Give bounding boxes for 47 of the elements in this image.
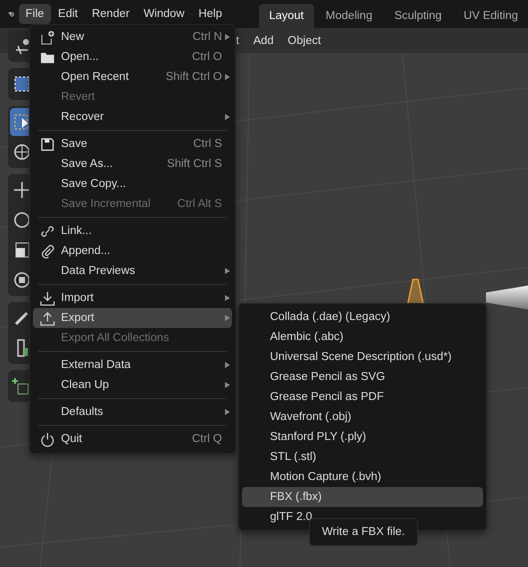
menu-item[interactable]: New Ctrl N — [33, 27, 232, 47]
menu-item[interactable]: Export — [33, 308, 232, 328]
menu-item[interactable]: Clean Up — [33, 375, 232, 395]
workspace-tab[interactable]: Modeling — [316, 4, 382, 28]
menubar-item[interactable]: File — [18, 4, 52, 24]
menu-item[interactable]: Save Ctrl S — [33, 134, 232, 154]
power-icon — [40, 432, 54, 446]
menu-item[interactable]: External Data — [33, 355, 232, 375]
menu-item[interactable]: Defaults — [33, 402, 232, 422]
menu-item[interactable]: Quit Ctrl Q — [33, 429, 232, 449]
menu-item[interactable]: STL (.stl) — [242, 447, 483, 467]
menu-item[interactable]: Wavefront (.obj) — [242, 407, 483, 427]
import-icon — [40, 290, 54, 306]
menu-item[interactable]: Save Copy... — [33, 174, 232, 194]
menu-item[interactable]: Save As... Shift Ctrl S — [33, 154, 232, 174]
menu-item[interactable]: Alembic (.abc) — [242, 327, 483, 347]
workspace-tab[interactable]: UV Editing — [454, 4, 528, 28]
menu-item[interactable]: Stanford PLY (.ply) — [242, 427, 483, 447]
menu-item[interactable]: Link... — [33, 221, 232, 241]
menu-item[interactable]: Collada (.dae) (Legacy) — [242, 307, 483, 327]
export-icon — [40, 310, 54, 326]
light-beam-object — [486, 286, 528, 310]
menu-item[interactable]: Universal Scene Description (.usd*) — [242, 347, 483, 367]
save-icon — [40, 136, 54, 152]
workspace-tab[interactable]: Sculpting — [384, 4, 452, 28]
menubar-item[interactable]: Edit — [51, 4, 85, 24]
paperclip-icon — [40, 244, 54, 258]
header-menu-item[interactable]: Add — [253, 34, 274, 46]
menu-item[interactable]: Data Previews — [33, 261, 232, 281]
workspace-tab[interactable]: Layout — [259, 4, 314, 28]
menu-item[interactable]: Open Recent Shift Ctrl O — [33, 67, 232, 87]
menu-item[interactable]: FBX (.fbx) — [242, 487, 483, 507]
menu-item[interactable]: Open... Ctrl O — [33, 47, 232, 67]
link-icon — [40, 224, 54, 238]
tooltip: Write a FBX file. — [309, 518, 418, 546]
header-menu-item[interactable]: Object — [288, 34, 321, 46]
menubar-item[interactable]: Window — [136, 4, 192, 24]
menubar-item[interactable]: Help — [191, 4, 230, 24]
menu-item[interactable]: Append... — [33, 241, 232, 261]
new-file-icon — [40, 30, 54, 44]
menu-item[interactable]: Motion Capture (.bvh) — [242, 467, 483, 487]
menu-item[interactable]: Import — [33, 288, 232, 308]
menubar-item[interactable]: Render — [84, 4, 137, 24]
menu-item[interactable]: Recover — [33, 107, 232, 127]
menu-item[interactable]: Grease Pencil as SVG — [242, 367, 483, 387]
menu-item[interactable]: Grease Pencil as PDF — [242, 387, 483, 407]
header-menu-item[interactable]: t — [236, 34, 240, 46]
